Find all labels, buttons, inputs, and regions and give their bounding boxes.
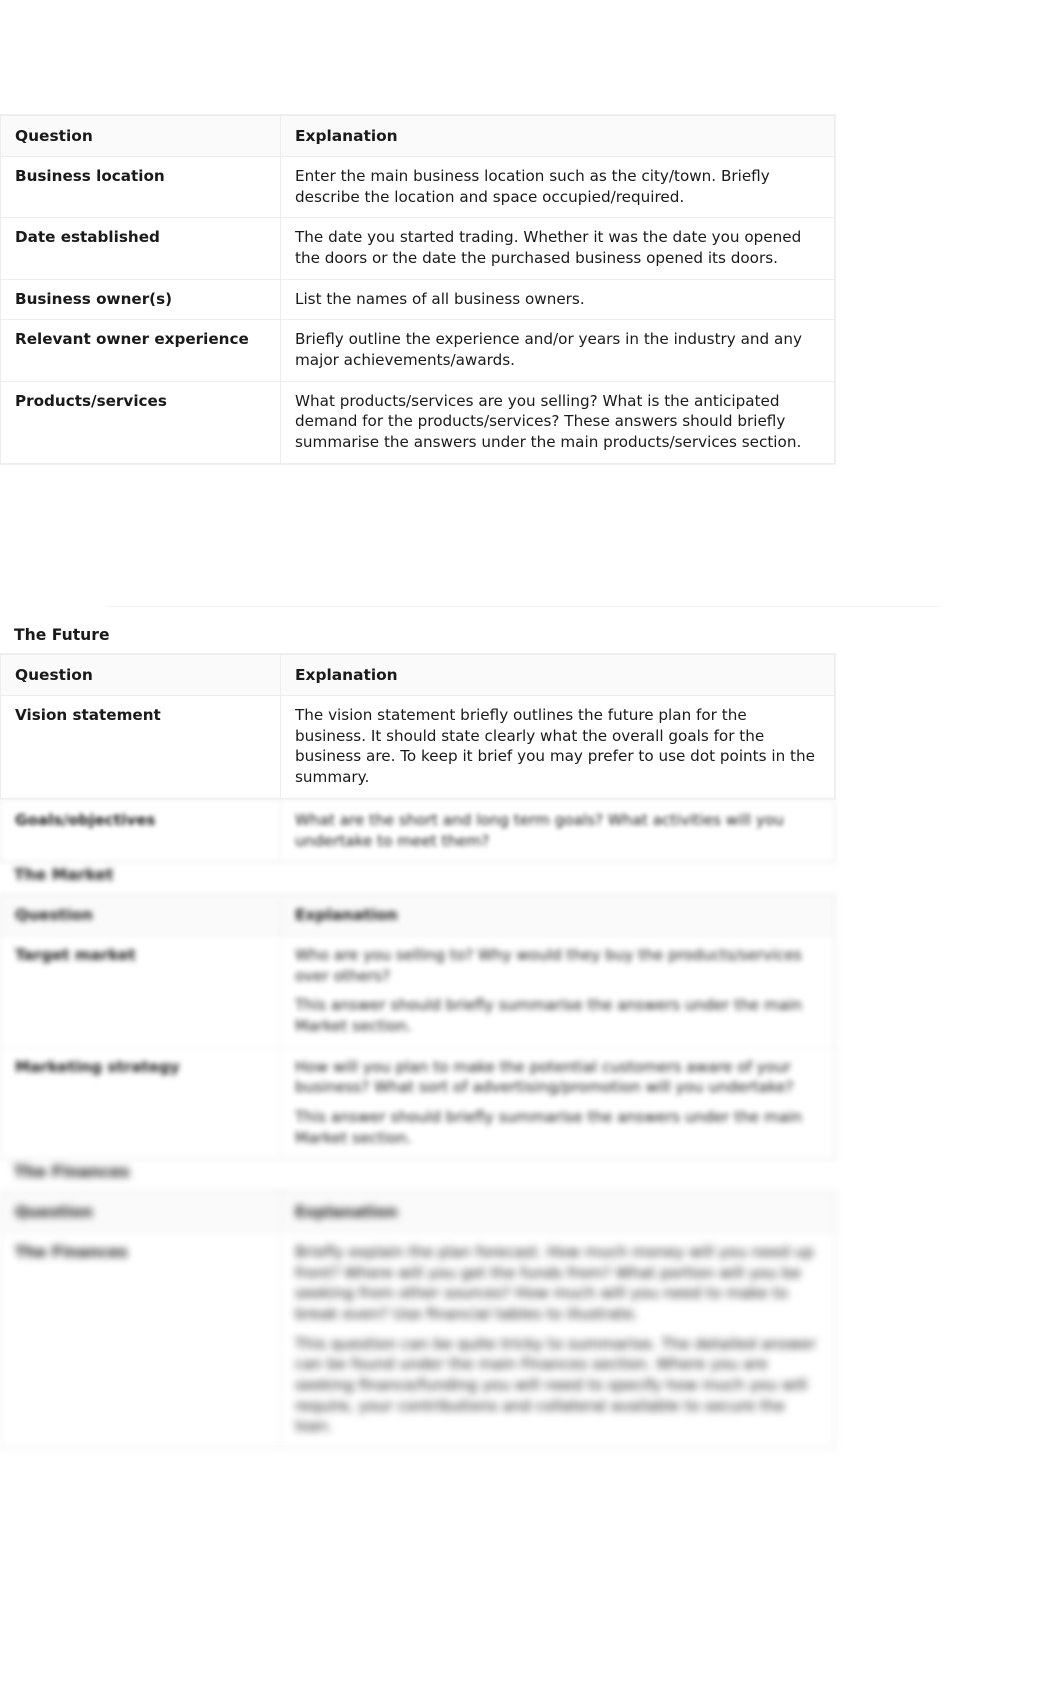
section-heading-the-finances: The Finances: [14, 1163, 130, 1181]
column-header-explanation: Explanation: [280, 654, 835, 696]
explanation-paragraph: Briefly outline the experience and/or ye…: [295, 330, 802, 369]
the-future-goals-row-blurred: Goals/objectives What are the short and …: [0, 799, 835, 863]
row-explanation: The vision statement briefly outlines th…: [280, 694, 835, 799]
section-divider: [106, 606, 940, 607]
row-question: Vision statement: [0, 694, 281, 799]
column-header-question: Question: [0, 894, 281, 936]
section-the-finances: The Finances Question Explanation The Fi…: [0, 1163, 835, 1448]
section-heading-the-future: The Future: [14, 626, 110, 644]
explanation-paragraph: This question can be quite tricky to sum…: [295, 1334, 816, 1436]
table-header-row: Question Explanation: [0, 654, 835, 696]
column-header-explanation: Explanation: [280, 1191, 835, 1233]
explanation-paragraph: The vision statement briefly outlines th…: [295, 705, 815, 786]
the-future-table: Question Explanation Vision statement Th…: [0, 654, 835, 799]
table-header-row: Question Explanation: [0, 115, 835, 157]
table-row: Marketing strategy How will you plan to …: [0, 1046, 835, 1160]
explanation-paragraph: Enter the main business location such as…: [295, 166, 770, 206]
table-row: Date established The date you started tr…: [0, 217, 835, 280]
row-question: Business owner(s): [0, 278, 281, 321]
column-header-question: Question: [0, 115, 281, 157]
the-future-goals-table: Goals/objectives What are the short and …: [0, 799, 835, 863]
table-header-row: Question Explanation: [0, 894, 835, 936]
row-explanation: What products/services are you selling? …: [280, 380, 835, 464]
row-question: Goals/objectives: [0, 799, 281, 863]
explanation-paragraph: This answer should briefly summarise the…: [295, 996, 802, 1035]
the-finances-table: Question Explanation The Finances Briefl…: [0, 1191, 835, 1448]
row-explanation: What are the short and long term goals? …: [280, 799, 835, 863]
column-header-explanation: Explanation: [280, 115, 835, 157]
row-explanation: Briefly outline the experience and/or ye…: [280, 319, 835, 382]
explanation-paragraph: Who are you selling to? Why would they b…: [295, 945, 802, 985]
section-the-market: The Market Question Explanation Target m…: [0, 866, 835, 1160]
table-row: The Finances Briefly explain the plan fo…: [0, 1231, 835, 1448]
explanation-paragraph: Briefly explain the plan forecast. How m…: [295, 1242, 814, 1323]
explanation-paragraph: This answer should briefly summarise the…: [295, 1107, 802, 1147]
table-row: Target market Who are you selling to? Wh…: [0, 934, 835, 1048]
row-explanation: The date you started trading. Whether it…: [280, 217, 835, 280]
table-row: Products/services What products/services…: [0, 380, 835, 464]
column-header-question: Question: [0, 654, 281, 696]
explanation-paragraph: What products/services are you selling? …: [295, 391, 802, 451]
explanation-paragraph: How will you plan to make the potential …: [295, 1057, 794, 1097]
row-question: Business location: [0, 155, 281, 219]
row-question: Relevant owner experience: [0, 319, 281, 382]
explanation-paragraph: The date you started trading. Whether it…: [295, 228, 802, 267]
table-row: Business location Enter the main busines…: [0, 155, 835, 219]
section-business-details: Question Explanation Business location E…: [0, 115, 835, 464]
table-row: Relevant owner experience Briefly outlin…: [0, 319, 835, 382]
section-heading-the-market: The Market: [14, 866, 114, 884]
explanation-paragraph: List the names of all business owners.: [295, 289, 585, 308]
explanation-paragraph: What are the short and long term goals? …: [295, 811, 784, 850]
row-question: Marketing strategy: [0, 1046, 281, 1160]
row-explanation: List the names of all business owners.: [280, 278, 835, 321]
business-details-table: Question Explanation Business location E…: [0, 115, 835, 464]
document-page: Question Explanation Business location E…: [0, 0, 1062, 1684]
section-the-future: The Future Question Explanation Vision s…: [0, 626, 835, 799]
table-row: Goals/objectives What are the short and …: [0, 799, 835, 863]
table-row: Business owner(s) List the names of all …: [0, 278, 835, 321]
the-market-table: Question Explanation Target market Who a…: [0, 894, 835, 1160]
row-question: The Finances: [0, 1231, 281, 1448]
row-question: Date established: [0, 217, 281, 280]
row-explanation: Briefly explain the plan forecast. How m…: [280, 1231, 835, 1448]
row-explanation: How will you plan to make the potential …: [280, 1046, 835, 1160]
row-question: Products/services: [0, 380, 281, 464]
table-header-row: Question Explanation: [0, 1191, 835, 1233]
column-header-explanation: Explanation: [280, 894, 835, 936]
row-explanation: Enter the main business location such as…: [280, 155, 835, 219]
row-explanation: Who are you selling to? Why would they b…: [280, 934, 835, 1048]
column-header-question: Question: [0, 1191, 281, 1233]
table-row: Vision statement The vision statement br…: [0, 694, 835, 799]
row-question: Target market: [0, 934, 281, 1048]
